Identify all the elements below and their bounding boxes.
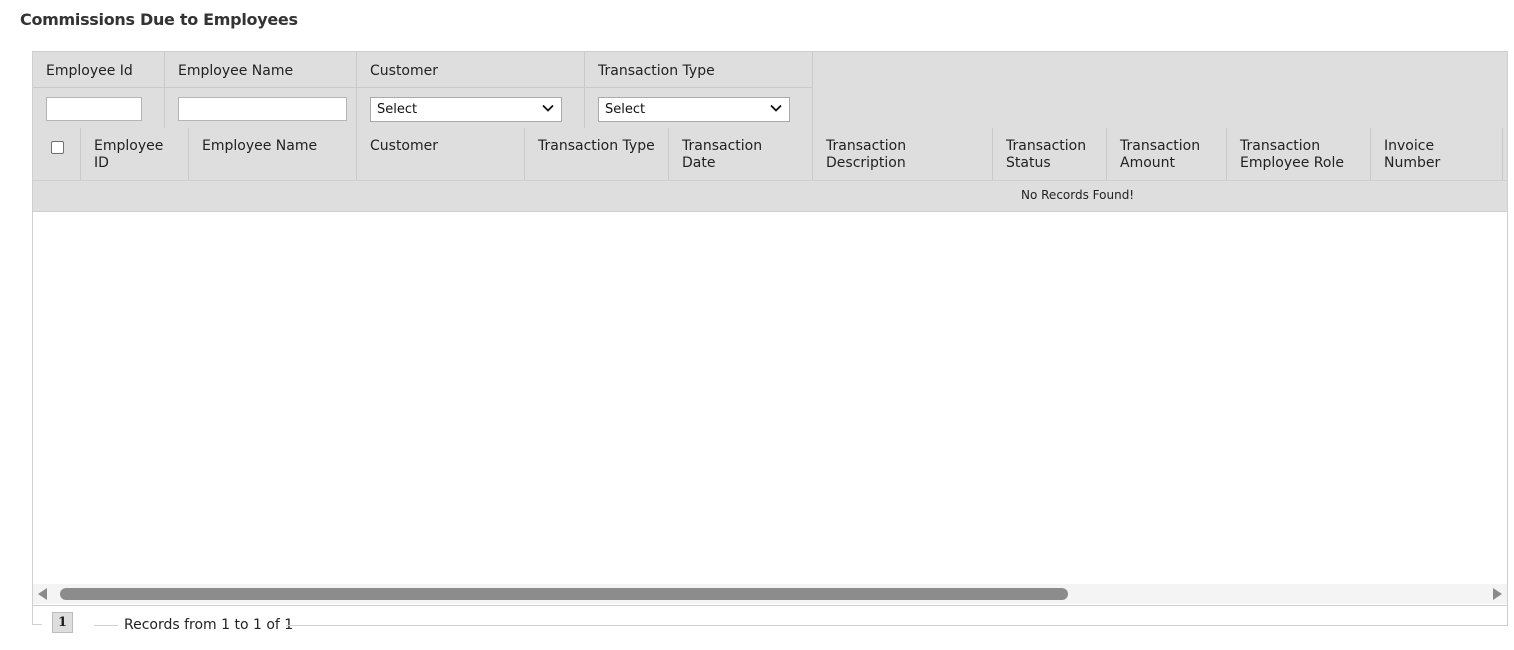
filter-customer-label: Customer — [370, 63, 439, 79]
page-title: Commissions Due to Employees — [20, 10, 298, 29]
column-header-transaction-description[interactable]: Transaction Description — [813, 128, 993, 180]
scroll-left-arrow-icon[interactable] — [38, 588, 47, 600]
customer-select[interactable]: Select — [370, 97, 562, 122]
select-all-checkbox[interactable] — [51, 141, 64, 154]
filter-transaction-type: Transaction Type Select — [585, 52, 813, 128]
filter-employee-name-label: Employee Name — [178, 63, 294, 79]
records-summary: Records from 1 to 1 of 1 — [124, 617, 294, 633]
column-header-employee-name[interactable]: Employee Name — [189, 128, 357, 180]
pager-divider — [94, 625, 118, 626]
filter-employee-id-label: Employee Id — [46, 63, 133, 79]
scroll-right-arrow-icon[interactable] — [1493, 588, 1502, 600]
column-header-transaction-amount[interactable]: Transaction Amount — [1107, 128, 1227, 180]
column-header-customer[interactable]: Customer — [357, 128, 525, 180]
horizontal-scrollbar[interactable] — [33, 584, 1507, 604]
employee-name-input[interactable] — [178, 97, 347, 121]
filter-employee-id: Employee Id — [33, 52, 165, 128]
column-header-transaction-employee-role[interactable]: Transaction Employee Role — [1227, 128, 1371, 180]
column-header-transaction-status[interactable]: Transaction Status — [993, 128, 1107, 180]
chevron-down-icon — [542, 104, 554, 112]
transaction-type-select-value: Select — [605, 102, 646, 117]
column-header-employee-id[interactable]: Employee ID — [81, 128, 189, 180]
select-all-cell — [33, 128, 81, 180]
pager-divider — [32, 606, 42, 625]
employee-id-input[interactable] — [46, 97, 142, 121]
commissions-grid: Employee Id Employee Name Customer Selec… — [32, 51, 1508, 606]
chevron-down-icon — [770, 104, 782, 112]
filter-customer: Customer Select — [357, 52, 585, 128]
column-header-transaction-type[interactable]: Transaction Type — [525, 128, 669, 180]
scrollbar-thumb[interactable] — [60, 588, 1068, 600]
filter-transaction-type-label: Transaction Type — [598, 63, 715, 79]
column-header-invoice-number[interactable]: Invoice Number — [1371, 128, 1503, 180]
empty-row: No Records Found! — [33, 181, 1507, 212]
pager-divider — [286, 606, 1508, 626]
page-button[interactable]: 1 — [52, 612, 73, 633]
table-header: Employee ID Employee Name Customer Trans… — [33, 128, 1507, 181]
customer-select-value: Select — [377, 102, 418, 117]
filter-bar: Employee Id Employee Name Customer Selec… — [33, 52, 1507, 129]
column-header-transaction-date[interactable]: Transaction Date — [669, 128, 813, 180]
empty-message: No Records Found! — [1021, 188, 1135, 202]
filter-employee-name: Employee Name — [165, 52, 357, 128]
transaction-type-select[interactable]: Select — [598, 97, 790, 122]
